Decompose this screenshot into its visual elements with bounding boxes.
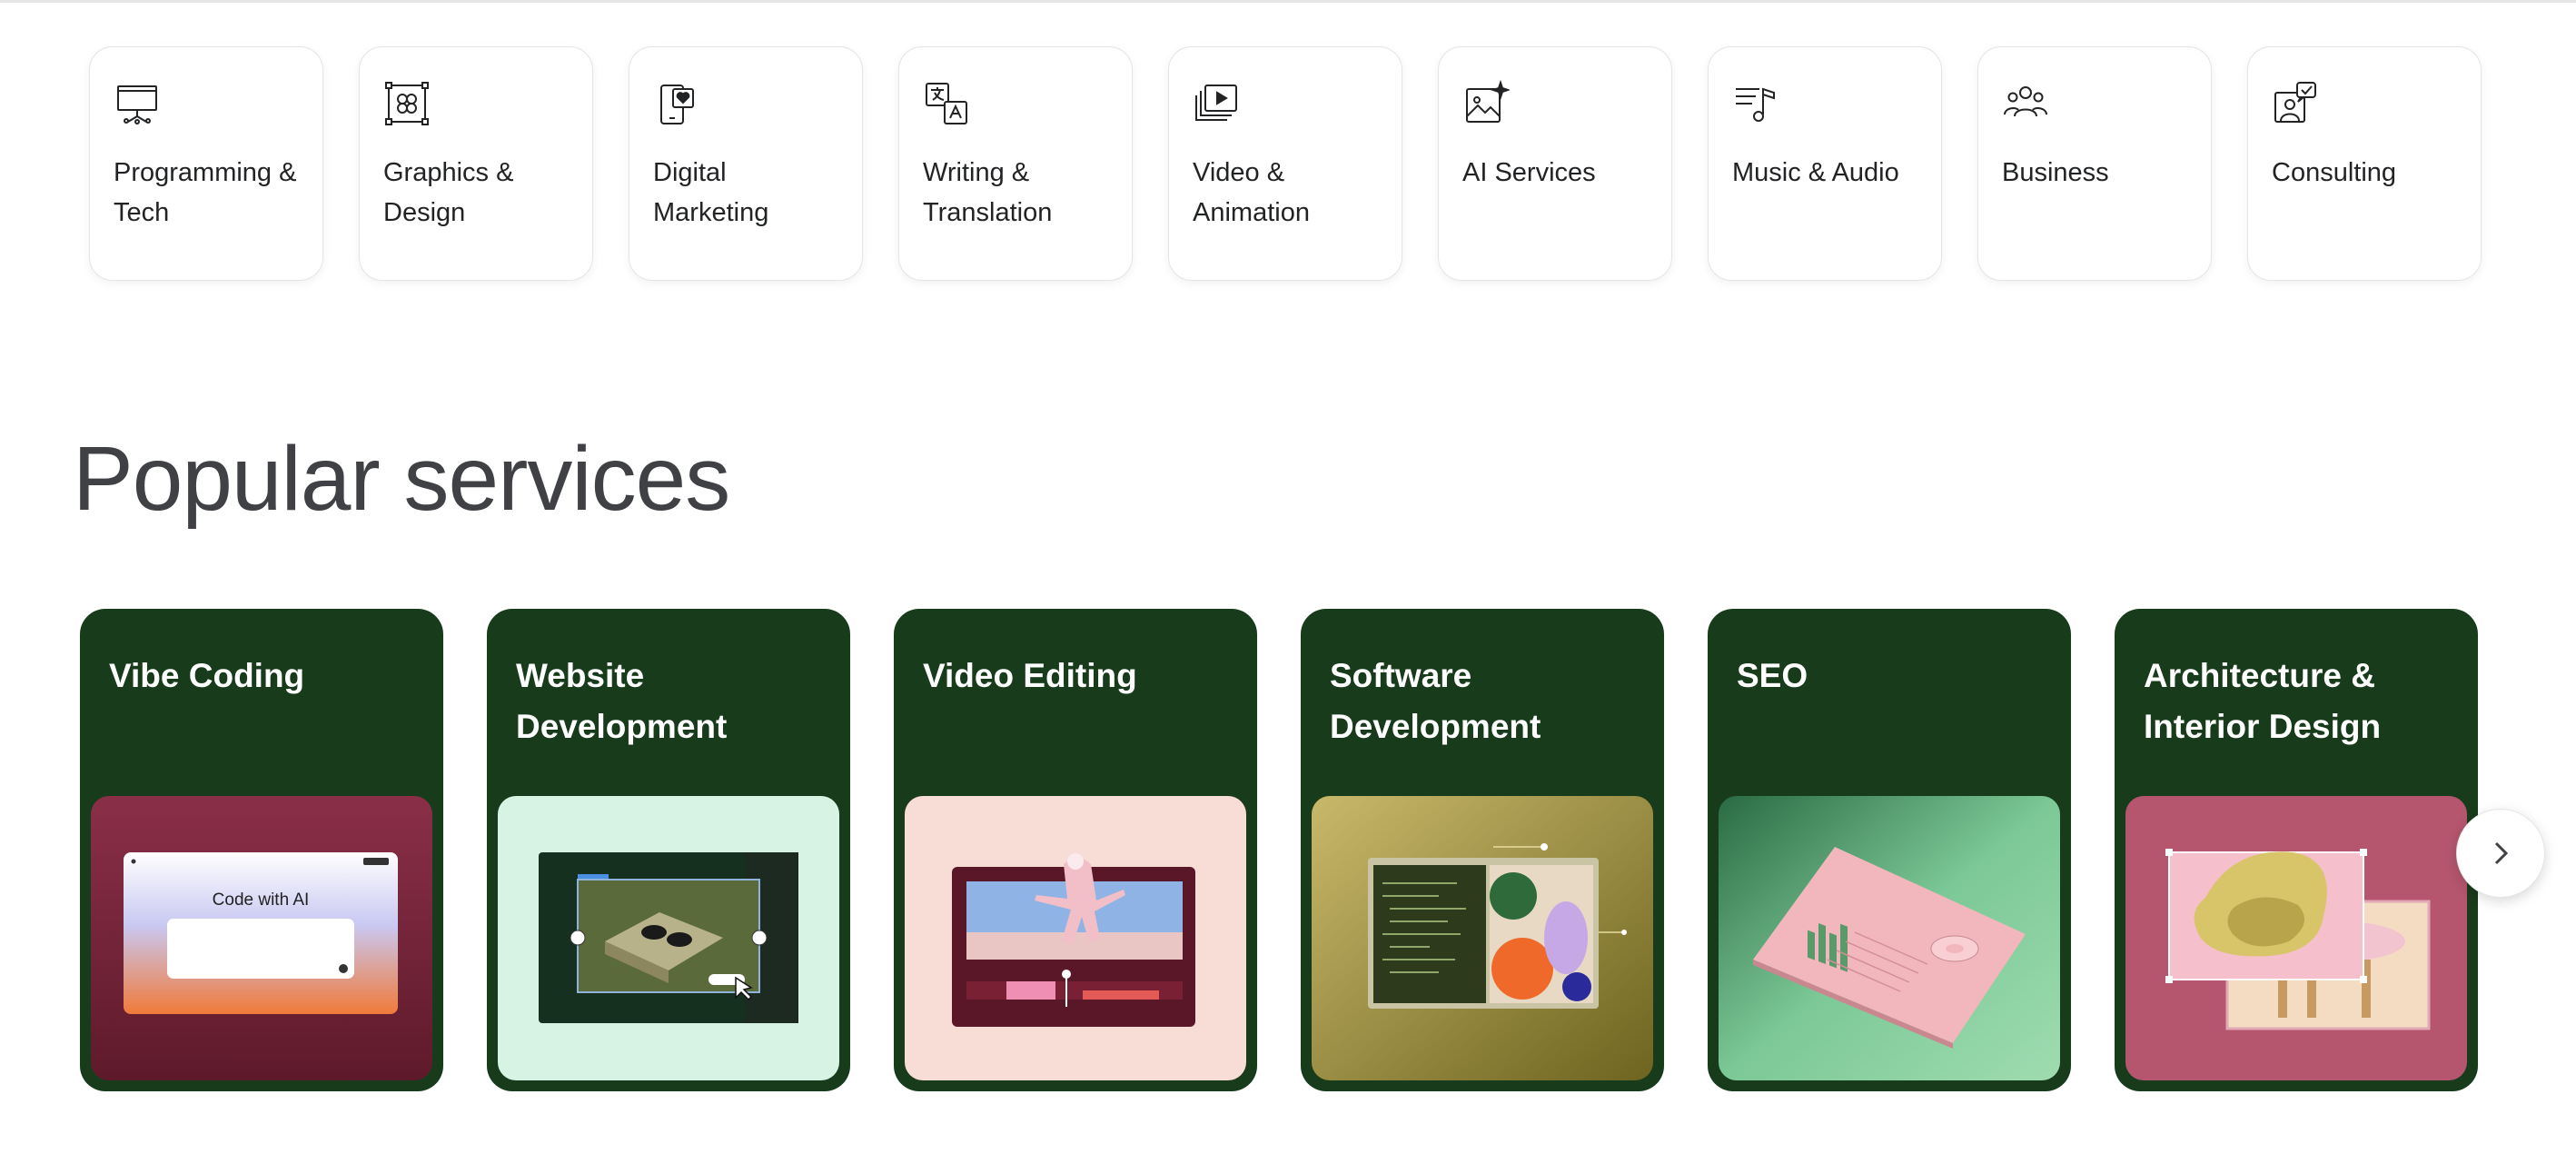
category-label: AI Services bbox=[1462, 158, 1596, 187]
service-card-vibe-coding[interactable]: Vibe Coding Code with AI bbox=[80, 609, 443, 1091]
service-card-title: Vibe Coding bbox=[109, 657, 305, 694]
video-play-icon bbox=[1193, 80, 1240, 127]
category-label: Video & Animation bbox=[1193, 158, 1310, 227]
category-row: Programming & Tech Graphics & Design Dig… bbox=[89, 46, 2482, 281]
category-consulting[interactable]: Consulting bbox=[2247, 46, 2482, 281]
service-card-title: Website Development bbox=[516, 657, 728, 745]
category-programming-tech[interactable]: Programming & Tech bbox=[89, 46, 323, 281]
design-frame-icon bbox=[383, 80, 431, 127]
presentation-board-icon bbox=[114, 80, 161, 127]
top-divider bbox=[0, 0, 2576, 3]
ai-image-sparkle-icon bbox=[1462, 80, 1510, 127]
category-label: Consulting bbox=[2272, 158, 2397, 187]
category-label: Writing & Translation bbox=[923, 158, 1053, 227]
service-card-title: Software Development bbox=[1330, 657, 1541, 745]
service-card-seo[interactable]: SEO bbox=[1708, 609, 2071, 1091]
code-with-ai-text: Code with AI bbox=[213, 890, 310, 910]
services-carousel: Vibe Coding Code with AI Website Develop… bbox=[80, 609, 2478, 1091]
chevron-right-icon bbox=[2494, 841, 2509, 865]
category-ai-services[interactable]: AI Services bbox=[1438, 46, 1672, 281]
phone-heart-icon bbox=[653, 80, 700, 127]
section-title: Popular services bbox=[73, 428, 730, 530]
service-card-image bbox=[905, 796, 1246, 1080]
category-digital-marketing[interactable]: Digital Marketing bbox=[629, 46, 863, 281]
service-card-image bbox=[1312, 796, 1653, 1080]
service-card-title: Video Editing bbox=[923, 657, 1137, 694]
service-card-website-development[interactable]: Website Development bbox=[487, 609, 850, 1091]
service-card-title: Architecture & Interior Design bbox=[2144, 657, 2382, 745]
service-card-image bbox=[498, 796, 839, 1080]
music-note-icon bbox=[1732, 80, 1779, 127]
category-label: Music & Audio bbox=[1732, 158, 1899, 187]
category-music-audio[interactable]: Music & Audio bbox=[1708, 46, 1942, 281]
category-label: Programming & Tech bbox=[114, 158, 297, 227]
service-card-image bbox=[1719, 796, 2060, 1080]
carousel-next-button[interactable] bbox=[2456, 809, 2545, 898]
service-card-video-editing[interactable]: Video Editing bbox=[894, 609, 1257, 1091]
consulting-chat-icon bbox=[2272, 80, 2319, 127]
translate-icon bbox=[923, 80, 970, 127]
category-label: Business bbox=[2002, 158, 2109, 187]
service-card-software-development[interactable]: Software Development bbox=[1301, 609, 1664, 1091]
category-label: Graphics & Design bbox=[383, 158, 514, 227]
service-card-title: SEO bbox=[1737, 657, 1808, 694]
service-card-image bbox=[2125, 796, 2467, 1080]
category-business[interactable]: Business bbox=[1977, 46, 2212, 281]
category-video-animation[interactable]: Video & Animation bbox=[1168, 46, 1402, 281]
category-label: Digital Marketing bbox=[653, 158, 769, 227]
service-card-architecture-interior-design[interactable]: Architecture & Interior Design bbox=[2115, 609, 2478, 1091]
people-group-icon bbox=[2002, 80, 2049, 127]
category-writing-translation[interactable]: Writing & Translation bbox=[898, 46, 1133, 281]
service-card-image: Code with AI bbox=[91, 796, 432, 1080]
category-graphics-design[interactable]: Graphics & Design bbox=[359, 46, 593, 281]
